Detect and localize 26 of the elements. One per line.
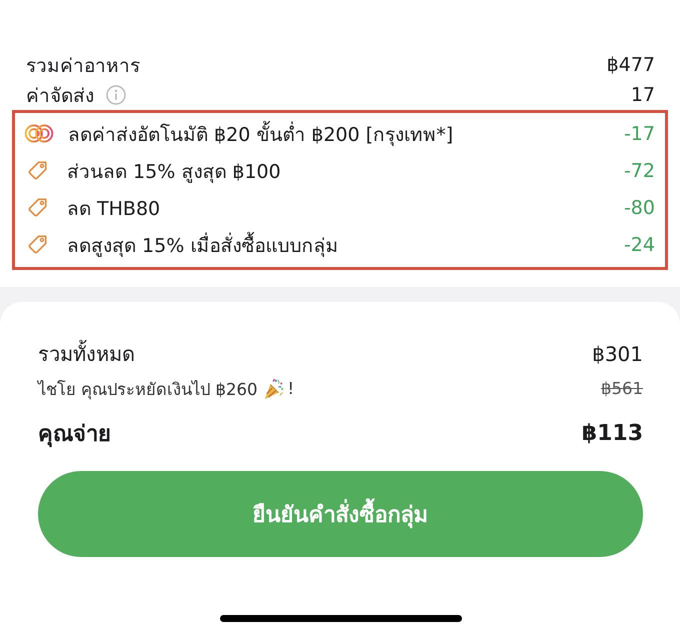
summary-value: 17 [630, 84, 655, 106]
tag-icon [27, 197, 48, 218]
tag-icon [27, 160, 48, 181]
savings-message: ไชโย คุณประหยัดเงินไป ฿260 [38, 378, 258, 402]
discount-value: -17 [624, 122, 655, 144]
discount-label: ลด THB80 [67, 196, 160, 222]
total-value: ฿301 [592, 342, 643, 366]
discount-value: -24 [624, 234, 655, 256]
discount-value: -72 [624, 160, 655, 182]
exclamation-mark: ! [287, 379, 294, 398]
pay-label: คุณจ่าย [38, 420, 111, 450]
original-price: ฿561 [601, 379, 643, 398]
info-icon[interactable] [106, 85, 126, 105]
summary-value: ฿477 [606, 54, 655, 76]
discount-value: -80 [624, 196, 655, 218]
pay-value: ฿113 [582, 420, 643, 446]
confirm-group-order-button[interactable]: ยืนยันคำสั่งซื้อกลุ่ม [38, 471, 643, 557]
summary-label: ค่าจัดส่ง [26, 84, 94, 109]
discount-label: ส่วนลด 15% สูงสุด ฿100 [67, 160, 281, 185]
discount-label: ลดสูงสุด 15% เมื่อสั่งซื้อแบบกลุ่ม [67, 230, 338, 260]
tag-icon [27, 234, 48, 255]
party-popper-icon [263, 378, 286, 400]
summary-label: รวมค่าอาหาร [26, 54, 140, 79]
discount-label: ลดค่าส่งอัตโนมัติ ฿20 ขั้นต่ำ ฿200 [กรุงเทพ*] [68, 118, 454, 148]
rings-icon [24, 124, 54, 143]
total-label: รวมทั้งหมด [38, 338, 135, 370]
